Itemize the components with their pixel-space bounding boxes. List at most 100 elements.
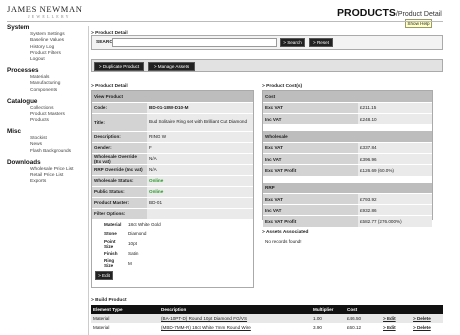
build-column-header [381, 305, 411, 314]
detail-label: Wholesale Status: [92, 175, 147, 187]
build-column-header: Element Type [91, 305, 159, 314]
build-column-header: Description [159, 305, 311, 314]
cost-label: Exc VAT [263, 193, 358, 206]
detail-value: BD-01 [147, 197, 253, 209]
detail-row: Code: BD-01-18W-D10-M [92, 102, 253, 114]
page-title: PRODUCTS/Product Detail [337, 7, 442, 19]
build-cost: £60.12 [345, 323, 381, 332]
build-edit-link[interactable]: > Edit [381, 323, 411, 332]
cost-value: £337.84 [358, 142, 432, 154]
filter-row: Material 18ct White Gold [92, 220, 253, 230]
detail-row: Gender: F [92, 142, 253, 154]
cost-label: Inc VAT [263, 113, 358, 126]
filter-row: Ring Size M [92, 258, 253, 268]
filter-row: Stone Diamond [92, 229, 253, 239]
filter-row: Finish Satin [92, 249, 253, 259]
cost-row: Exc VAT £337.84 [263, 142, 432, 154]
sidebar-item[interactable]: Flash Backgrounds [7, 149, 87, 155]
build-header-row: Element Type Description Multiplier Cost [91, 305, 443, 314]
cost-group-header: Wholesale [263, 130, 432, 143]
sidebar-group: Catalogue Collections Product Masters Produ… [7, 98, 87, 125]
sidebar-heading: Catalogue [7, 97, 38, 105]
cost-label: Inc VAT [263, 153, 358, 166]
sidebar-item[interactable]: Exports [7, 179, 87, 185]
edit-product-button[interactable]: > Edit [95, 271, 113, 280]
cost-value: £126.69 (60.0%) [358, 164, 432, 177]
sidebar-heading: Downloads [7, 158, 41, 166]
detail-label: Code: [92, 102, 147, 114]
page-title-main: PRODUCTS [337, 7, 396, 19]
sidebar-group: System System Settings Baseline Values Hist… [7, 24, 87, 63]
cost-label: Inc VAT [263, 204, 358, 217]
sidebar-heading: Misc [7, 128, 21, 136]
detail-value: Online [147, 186, 253, 198]
cost-value: £793.92 [358, 193, 432, 206]
detail-header-row: View Product [92, 91, 253, 103]
build-description-link[interactable]: (MBD-7MM-R) 18ct White 7mm Round Wire [159, 323, 311, 332]
detail-label: Public Status: [92, 186, 147, 198]
build-edit-link[interactable]: > Edit [381, 314, 411, 323]
assets-empty-message: No records found! [265, 239, 302, 244]
manage-assets-button[interactable]: > Manage Assets [148, 62, 195, 71]
cost-section-title: > Product Cost(s) [262, 84, 303, 89]
detail-label: Description: [92, 131, 147, 143]
cost-value: £396.96 [358, 153, 432, 166]
filter-label: Point Size [104, 238, 116, 249]
cost-row: Inc VAT £932.86 [263, 204, 432, 217]
detail-header: View Product [92, 91, 253, 103]
sidebar-group: Misc Stockist News Flash Backgrounds [7, 128, 87, 155]
build-delete-link[interactable]: > Delete [411, 314, 443, 323]
build-description-link[interactable]: (BA-10PT-D) Round 10pt Diamond FG/VS [159, 314, 311, 323]
logo[interactable]: JAMES NEWMAN JEWELLERY [7, 4, 82, 19]
filter-value: Diamond [128, 231, 147, 237]
search-input[interactable] [112, 38, 277, 47]
cost-label: Exc VAT [263, 102, 358, 115]
detail-label: Title: [92, 113, 147, 132]
cost-group-header-row: RRP [263, 182, 432, 194]
duplicate-product-button[interactable]: > Duplicate Product [94, 62, 144, 71]
filter-value: Satin [128, 250, 139, 256]
build-section-title: > Build Product [91, 298, 127, 303]
build-row: Material (BA-10PT-D) Round 10pt Diamond F… [91, 314, 443, 323]
detail-row: RRP Override (Inc vat) N/A [92, 164, 253, 176]
sidebar-item[interactable]: Products [7, 118, 87, 124]
detail-value: N/A [147, 153, 253, 165]
detail-value: Online [147, 175, 253, 187]
header-divider [7, 21, 443, 22]
product-cost-table: Cost Exc VAT £211.15 Inc VAT £248.10 Wholesal… [263, 91, 432, 228]
logo-sub-text: JEWELLERY [28, 14, 71, 19]
detail-section-title: > Product Detail [91, 84, 128, 89]
cost-label: Exc VAT Profit [263, 215, 358, 228]
cost-value: £248.10 [358, 113, 432, 126]
sidebar-item[interactable]: Components [7, 88, 87, 94]
cost-group-header-row: Cost [263, 91, 432, 103]
filter-value: 18ct White Gold [128, 221, 161, 227]
build-element-type: Material [91, 314, 159, 323]
sidebar-heading: Processes [7, 67, 39, 75]
product-detail-panel: View Product Code: BD-01-18W-D10-M Title: Bu… [91, 90, 254, 288]
build-multiplier: 3.90 [311, 323, 345, 332]
build-delete-link[interactable]: > Delete [411, 323, 443, 332]
cost-label: Exc VAT [263, 142, 358, 154]
cost-row: Inc VAT £248.10 [263, 113, 432, 126]
reset-button[interactable]: > Reset [309, 38, 333, 47]
detail-label: RRP Override (Inc vat) [92, 164, 147, 176]
cost-value: £932.86 [358, 204, 432, 217]
filter-label-row: Filter Options: [92, 208, 253, 220]
detail-value: BD-01-18W-D10-M [147, 102, 253, 114]
detail-row: Product Master: BD-01 [92, 197, 253, 209]
product-detail-table: View Product Code: BD-01-18W-D10-M Title: Bu… [92, 91, 253, 220]
filter-value: M [128, 260, 132, 266]
filter-options-table: Material 18ct White Gold Stone Diamond Point… [92, 220, 253, 268]
cost-value: £211.15 [358, 102, 432, 115]
build-product-table: Element Type Description Multiplier Cost Mat… [91, 305, 443, 332]
logo-main-text: JAMES NEWMAN [7, 4, 83, 14]
cost-group-header: Cost [263, 91, 432, 103]
cost-group-header: RRP [263, 182, 432, 194]
sidebar-item[interactable]: Logout [7, 57, 87, 63]
detail-row: Wholesale Override (Ex vat) N/A [92, 153, 253, 165]
detail-label: Product Master: [92, 197, 147, 209]
cost-row: Inc VAT £396.96 [263, 153, 432, 166]
sidebar-group: Processes Materials Manufacturing Component… [7, 67, 87, 94]
search-button[interactable]: > Search [280, 38, 305, 47]
